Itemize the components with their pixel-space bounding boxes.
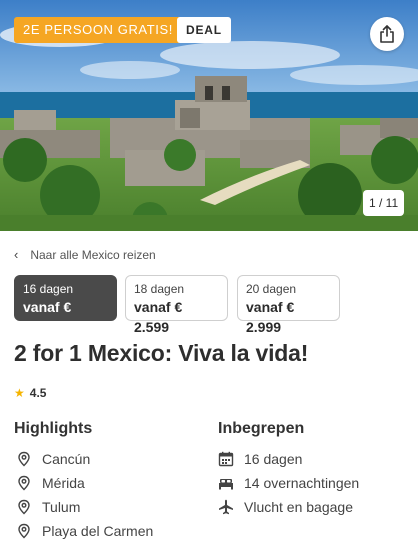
duration-days: 18 dagen: [134, 282, 185, 296]
included-item: Vlucht en bagage: [218, 499, 353, 515]
share-icon: [380, 25, 394, 43]
highlight-item: Mérida: [16, 475, 85, 491]
highlight-label: Mérida: [42, 475, 85, 491]
deal-badge: DEAL: [177, 17, 231, 43]
photo-counter: 1 / 11: [363, 190, 405, 216]
highlight-label: Tulum: [42, 499, 81, 515]
highlights-heading: Highlights: [14, 420, 93, 437]
page-title: 2 for 1 Mexico: Viva la vida!: [14, 340, 309, 366]
location-pin-icon: [18, 475, 30, 491]
included-label: Vlucht en bagage: [244, 499, 353, 515]
bed-icon: [219, 479, 233, 490]
included-item: 16 dagen: [218, 451, 302, 467]
duration-price: vanaf € 2.999: [246, 299, 295, 335]
back-to-mexico-link[interactable]: ‹ Naar alle Mexico reizen: [14, 247, 156, 262]
hero-image[interactable]: 2E PERSOON GRATIS! DEAL 1 / 11: [0, 0, 418, 231]
chevron-left-icon: ‹: [14, 247, 19, 262]
duration-days: 20 dagen: [246, 282, 297, 296]
duration-option-16[interactable]: 16 dagen vanaf € 2.199: [14, 275, 117, 335]
rating-value: 4.5: [29, 386, 47, 400]
duration-days: 16 dagen: [23, 282, 74, 296]
included-label: 14 overnachtingen: [244, 475, 360, 491]
highlight-label: Playa del Carmen: [42, 523, 154, 539]
duration-option-18[interactable]: 18 dagen vanaf € 2.599: [125, 275, 228, 335]
plane-icon: [219, 499, 233, 515]
rating: ★ 4.5: [14, 386, 46, 400]
included-label: 16 dagen: [244, 451, 303, 467]
duration-price: vanaf € 2.199: [23, 299, 72, 335]
back-link-label: Naar alle Mexico reizen: [30, 247, 156, 262]
star-icon: ★: [14, 386, 25, 400]
duration-price: vanaf € 2.599: [134, 299, 183, 335]
promo-badge: 2E PERSOON GRATIS!: [14, 17, 182, 43]
highlight-item: Playa del Carmen: [16, 523, 153, 539]
highlight-item: Tulum: [16, 499, 80, 515]
highlight-item: Cancún: [16, 451, 90, 467]
calendar-icon: [218, 451, 234, 467]
location-pin-icon: [18, 451, 30, 467]
included-item: 14 overnachtingen: [218, 475, 359, 491]
location-pin-icon: [18, 499, 30, 515]
included-heading: Inbegrepen: [218, 420, 305, 437]
highlight-label: Cancún: [42, 451, 91, 467]
location-pin-icon: [18, 523, 30, 539]
duration-option-20[interactable]: 20 dagen vanaf € 2.999: [237, 275, 340, 335]
share-button[interactable]: [370, 17, 404, 51]
